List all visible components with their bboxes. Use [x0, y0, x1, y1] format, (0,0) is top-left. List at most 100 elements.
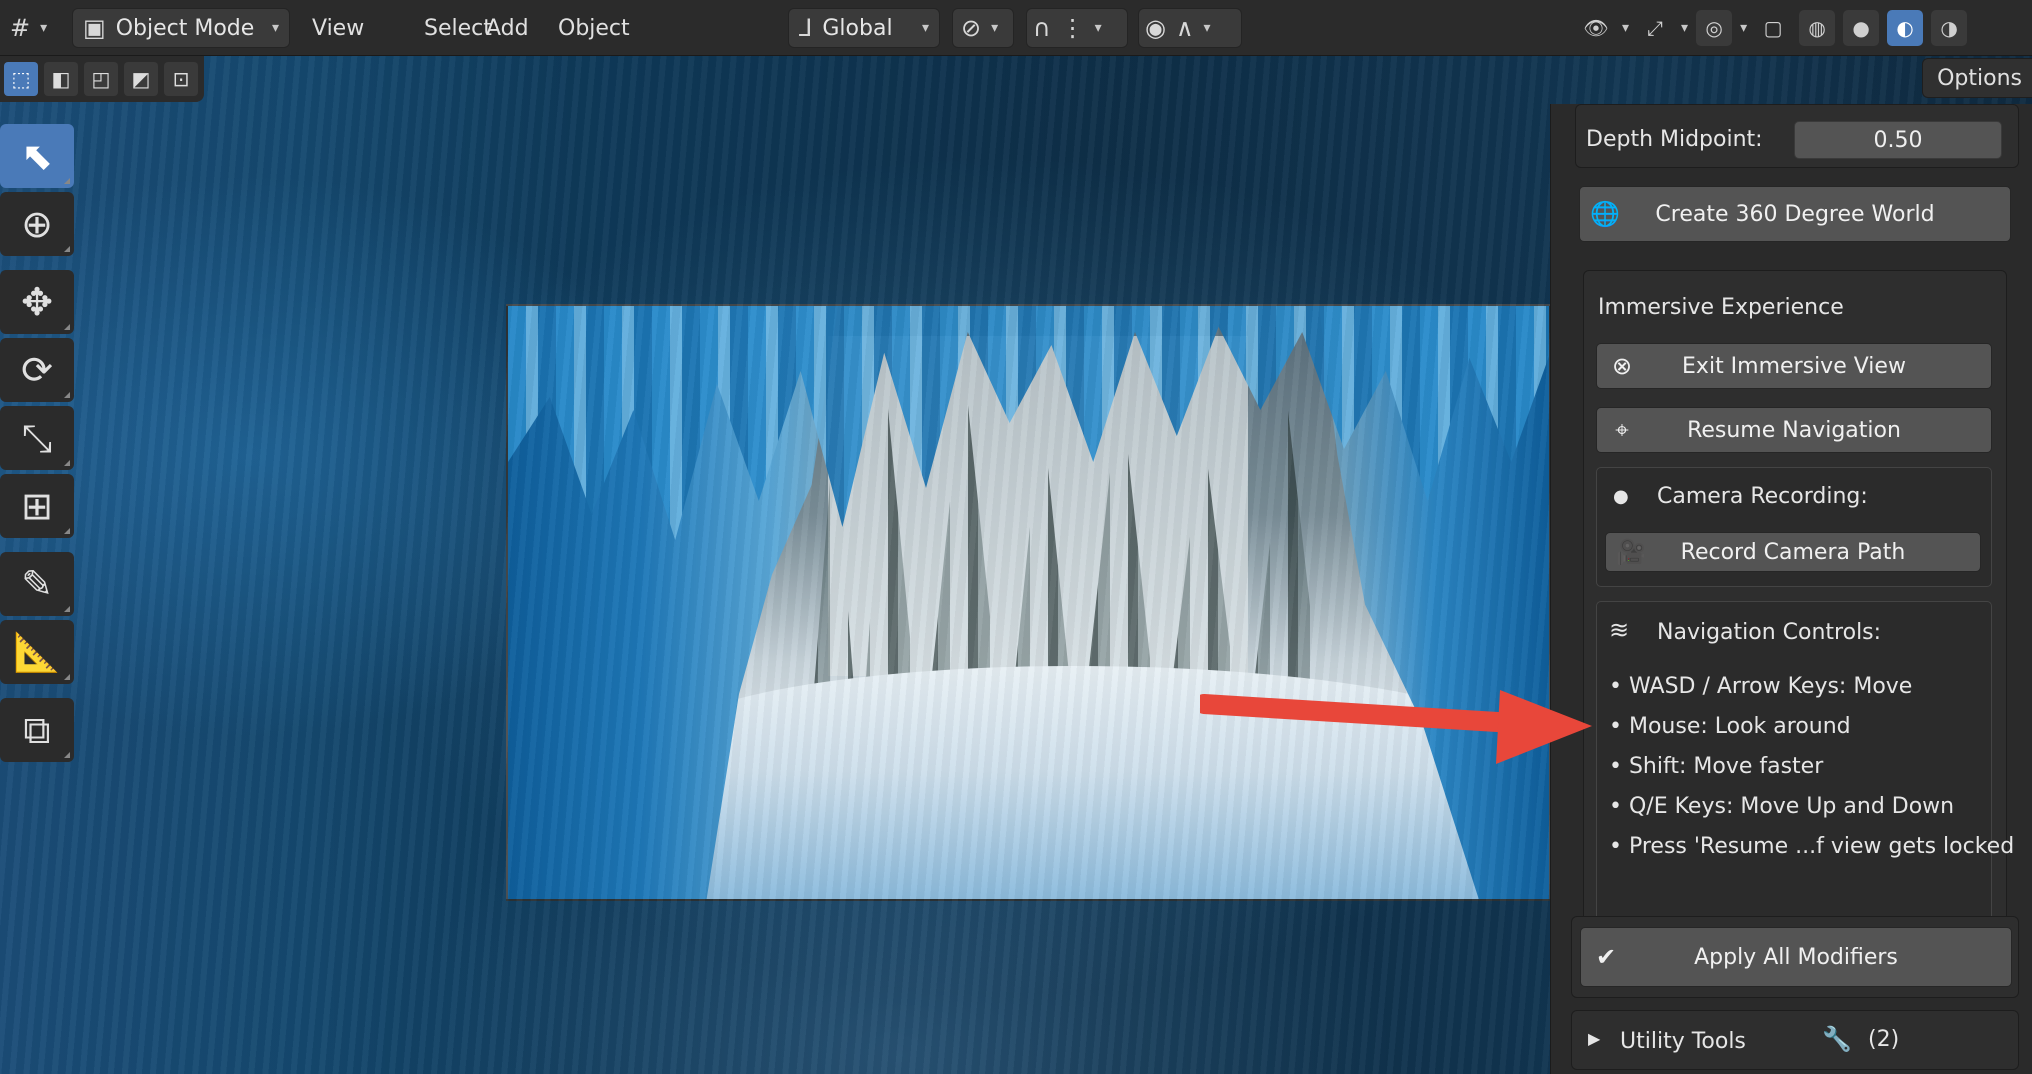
resume-navigation-button[interactable]: ⌖ Resume Navigation	[1596, 407, 1992, 453]
add-cube-tool-icon[interactable]: ⧉	[0, 698, 74, 762]
expand-triangle-icon: ▶	[1588, 1029, 1601, 1048]
camera-recording-box: ● Camera Recording: 🎥 Record Camera Path	[1596, 467, 1992, 587]
close-circle-icon: ⊗	[1611, 352, 1633, 380]
exit-immersive-label: Exit Immersive View	[1682, 353, 1906, 379]
overlay-icon[interactable]: ◎	[1696, 10, 1733, 46]
mode-dropdown[interactable]: ▣ Object Mode ▾	[72, 8, 290, 48]
viewport-header: # ▾ ▣ Object Mode ▾ View Select Add Obje…	[0, 0, 2032, 56]
nav-line: • Q/E Keys: Move Up and Down	[1609, 794, 1955, 819]
chevron-down-icon: ▾	[1094, 20, 1102, 36]
immersive-experience-box: Immersive Experience ⊗ Exit Immersive Vi…	[1583, 270, 2014, 988]
record-dot-icon: ●	[1613, 486, 1629, 507]
pivot-dropdown[interactable]: ⊘ ▾	[952, 8, 1014, 48]
editor-type-button[interactable]: # ▾	[4, 8, 60, 48]
blender-window: # ▾ ▣ Object Mode ▾ View Select Add Obje…	[0, 0, 2032, 1074]
circle-dot-icon: ◉	[1145, 14, 1166, 42]
axes-icon: ⅃	[799, 14, 813, 42]
arrow-head	[1496, 690, 1592, 764]
scale-tool-icon[interactable]: ⤡	[0, 406, 74, 470]
orientation-label: Global	[822, 15, 893, 41]
menu-view[interactable]: View	[306, 8, 370, 48]
immersive-title: Immersive Experience	[1598, 295, 1844, 320]
chevron-down-icon[interactable]: ▾	[1740, 20, 1747, 36]
rotate-tool-icon[interactable]: ⟳	[0, 338, 74, 402]
material-sphere-icon[interactable]: ◐	[1887, 10, 1924, 46]
select-invert-icon[interactable]: ◩	[124, 62, 158, 96]
eye-icon[interactable]: 👁	[1578, 10, 1614, 46]
addon-sidebar-panel: Depth Midpoint: 0.50 🌐 Create 360 Degree…	[1550, 104, 2032, 1074]
camera-icon: 🎥	[1616, 538, 1646, 566]
proportional-edit[interactable]: ◉ ∧ ▾	[1138, 8, 1242, 48]
falloff-curve-icon: ∧	[1175, 14, 1194, 42]
select-extend-icon[interactable]: ◧	[44, 62, 78, 96]
camera-recording-label: Camera Recording:	[1657, 484, 1868, 509]
wireframe-sphere-icon[interactable]: ◍	[1799, 10, 1836, 46]
arrow-shaft	[1200, 694, 1540, 734]
menu-add[interactable]: Add	[480, 8, 535, 48]
nav-line: • Shift: Move faster	[1609, 754, 1824, 779]
utility-tools-header[interactable]: ▶ Utility Tools 🔧 (2)	[1571, 1010, 2019, 1070]
create-360-world-label: Create 360 Degree World	[1655, 201, 1935, 227]
select-subtract-icon[interactable]: ◰	[84, 62, 118, 96]
chevron-down-icon: ▾	[271, 20, 279, 36]
check-icon: ✔	[1595, 943, 1617, 971]
move-tool-icon[interactable]: ✥	[0, 270, 74, 334]
waves-icon: ≋	[1609, 616, 1630, 644]
apply-all-modifiers-label: Apply All Modifiers	[1694, 944, 1898, 970]
cube-square-icon: ▣	[83, 14, 106, 42]
grid-icon: #	[10, 14, 31, 42]
gizmo-icon[interactable]: ⤢	[1637, 10, 1673, 46]
rendered-sphere-icon[interactable]: ◑	[1931, 10, 1968, 46]
camera-frame	[506, 304, 1551, 901]
cursor-tool-icon[interactable]: ⊕	[0, 192, 74, 256]
depth-midpoint-label: Depth Midpoint:	[1586, 127, 1763, 152]
depth-midpoint-field[interactable]: 0.50	[1794, 121, 2002, 159]
chevron-down-icon: ▾	[991, 20, 999, 36]
measure-tool-icon[interactable]: 📐	[0, 620, 74, 684]
chevron-down-icon: ▾	[40, 20, 48, 36]
navigation-controls-title: Navigation Controls:	[1657, 620, 1882, 645]
chevron-down-icon: ▾	[921, 20, 929, 36]
select-new-icon[interactable]: ⬚	[4, 62, 38, 96]
utility-tools-count: (2)	[1868, 1027, 1900, 1052]
navigation-icon: ⌖	[1615, 416, 1629, 444]
depth-settings-box: Depth Midpoint: 0.50	[1575, 104, 2019, 168]
select-box-tool-icon[interactable]: ⬉	[0, 124, 74, 188]
scene-icicles	[508, 306, 1549, 540]
xray-icon[interactable]: ▢	[1755, 10, 1791, 46]
transform-tool-icon[interactable]: ⊞	[0, 474, 74, 538]
annotate-tool-icon[interactable]: ✎	[0, 552, 74, 616]
apply-modifiers-box: ✔ Apply All Modifiers	[1571, 916, 2019, 998]
scene-ice-right	[1319, 306, 1549, 899]
nav-line: • Mouse: Look around	[1609, 714, 1851, 739]
options-tab[interactable]: Options	[1922, 58, 2032, 98]
create-360-world-button[interactable]: 🌐 Create 360 Degree World	[1579, 186, 2011, 242]
tools-wrench-icon: 🔧	[1822, 1025, 1852, 1053]
utility-tools-label: Utility Tools	[1620, 1029, 1746, 1054]
selection-mode-bar: ⬚ ◧ ◰ ◩ ⊡	[0, 56, 204, 102]
scene-ice-left	[508, 306, 838, 899]
snap-increment-icon: ⋮	[1060, 14, 1085, 42]
chevron-down-icon[interactable]: ▾	[1681, 20, 1688, 36]
tool-shelf: ⬉ ⊕ ✥ ⟳ ⤡ ⊞ ✎ 📐 ⧉	[0, 124, 76, 762]
select-intersect-icon[interactable]: ⊡	[164, 62, 198, 96]
magnet-icon: ∩	[1033, 14, 1051, 42]
solid-sphere-icon[interactable]: ●	[1843, 10, 1880, 46]
viewport-visibility-group: 👁 ▾ ⤢ ▾ ◎ ▾ ▢ ◍ ● ◐ ◑	[1578, 8, 1968, 48]
nav-line: • Press 'Resume ...f view gets locked	[1609, 834, 2015, 859]
nav-line: • WASD / Arrow Keys: Move	[1609, 674, 1913, 699]
globe-icon: 🌐	[1590, 200, 1620, 228]
snap-controls[interactable]: ∩ ⋮ ▾	[1026, 8, 1128, 48]
annotation-arrow	[1200, 690, 1592, 764]
chevron-down-icon[interactable]: ▾	[1622, 20, 1629, 36]
menu-object[interactable]: Object	[552, 8, 636, 48]
record-camera-path-button[interactable]: 🎥 Record Camera Path	[1605, 532, 1981, 572]
record-camera-path-label: Record Camera Path	[1680, 539, 1906, 565]
scene-sky	[828, 336, 1248, 676]
orientation-dropdown[interactable]: ⅃ Global ▾	[788, 8, 940, 48]
link-icon: ⊘	[961, 14, 982, 42]
exit-immersive-button[interactable]: ⊗ Exit Immersive View	[1596, 343, 1992, 389]
mode-label: Object Mode	[115, 15, 255, 41]
apply-all-modifiers-button[interactable]: ✔ Apply All Modifiers	[1580, 927, 2012, 987]
chevron-down-icon: ▾	[1203, 20, 1211, 36]
